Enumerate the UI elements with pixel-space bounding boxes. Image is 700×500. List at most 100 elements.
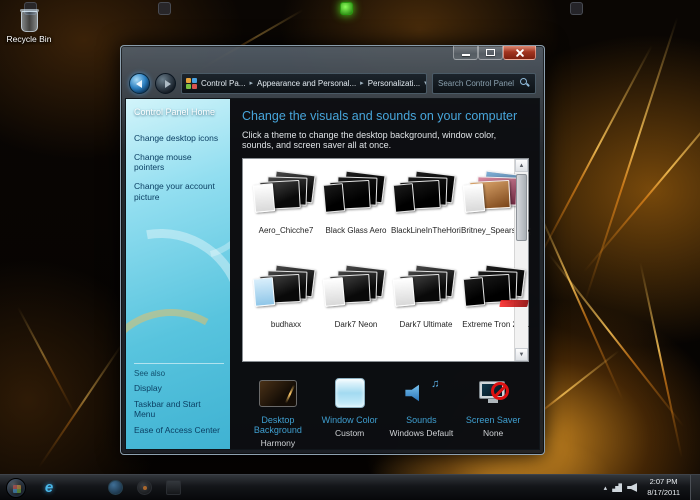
recycle-bin-icon <box>19 9 39 32</box>
sidebar-item-change-account-picture[interactable]: Change your account picture <box>134 181 224 202</box>
dock-icon-active[interactable] <box>340 2 353 15</box>
clock-time: 2:07 PM <box>649 477 678 487</box>
taskbar-app-button[interactable] <box>161 477 185 499</box>
start-button[interactable] <box>0 475 32 500</box>
breadcrumb-personalization[interactable]: Personalizati... <box>366 77 422 90</box>
setting-value: Harmony <box>260 438 296 448</box>
search-box[interactable] <box>432 72 536 94</box>
maximize-icon <box>486 49 495 56</box>
app-icon <box>107 480 123 495</box>
theme-list: Aero_Chicche7 Black Glass Aero BlackLine… <box>242 158 531 362</box>
page-title: Change the visuals and sounds on your co… <box>242 109 518 123</box>
personalization-settings: Desktop Background Harmony Window Color … <box>242 375 529 448</box>
wallpaper-streak <box>583 87 700 273</box>
theme-item[interactable]: Dark7 Neon <box>321 264 391 359</box>
taskbar-app-button[interactable] <box>132 477 156 499</box>
theme-label: BlackLineInTheHorizon <box>391 226 461 235</box>
close-button[interactable] <box>503 46 536 60</box>
back-button[interactable] <box>129 72 150 94</box>
sounds-icon: ♫ <box>403 378 439 408</box>
breadcrumb-appearance[interactable]: Appearance and Personal... <box>255 77 358 90</box>
scroll-down-button[interactable]: ▼ <box>515 348 528 361</box>
forward-button[interactable] <box>155 72 176 94</box>
sidebar-item-ease-of-access[interactable]: Ease of Access Center <box>134 425 224 435</box>
taskbar-app-button[interactable] <box>103 477 127 499</box>
forward-arrow-icon <box>165 80 171 88</box>
music-notes-icon: ♫ <box>431 378 440 390</box>
sidebar-swirl-decoration <box>126 195 230 433</box>
address-bar[interactable]: Control Pa... ▸ Appearance and Personal.… <box>181 72 427 94</box>
see-also-heading: See also <box>134 363 224 378</box>
system-tray: ▴ 2:07 PM 8/17/2011 <box>604 474 700 500</box>
setting-label: Screen Saver <box>465 415 521 425</box>
chevron-right-icon: ▸ <box>360 80 364 87</box>
sidebar: Control Panel Home Change desktop icons … <box>126 99 230 449</box>
wallpaper-streak <box>639 261 683 459</box>
address-dropdown-icon[interactable]: ▾ <box>424 79 426 87</box>
wallpaper-streak <box>529 44 653 276</box>
wallpaper-streak <box>583 17 679 303</box>
sounds-setting[interactable]: ♫ Sounds Windows Default <box>386 375 458 448</box>
theme-item[interactable]: Black Glass Aero <box>321 170 391 265</box>
chevron-right-icon: ▸ <box>249 80 253 87</box>
app-icon <box>165 480 181 495</box>
sidebar-item-taskbar-start-menu[interactable]: Taskbar and Start Menu <box>134 399 224 419</box>
theme-thumbnail <box>392 264 458 313</box>
show-desktop-button[interactable] <box>690 474 700 500</box>
setting-value: Windows Default <box>389 428 454 438</box>
navigation-bar: Control Pa... ▸ Appearance and Personal.… <box>121 68 544 98</box>
theme-item[interactable]: Dark7 Ultimate <box>391 264 461 359</box>
window-color-setting[interactable]: Window Color Custom <box>314 375 386 448</box>
breadcrumb-control-panel[interactable]: Control Pa... <box>199 77 247 90</box>
recycle-bin-label: Recycle Bin <box>6 34 52 44</box>
sidebar-item-change-desktop-icons[interactable]: Change desktop icons <box>134 133 224 144</box>
setting-value: None <box>482 428 504 438</box>
network-icon[interactable] <box>612 483 623 492</box>
scrollbar-thumb[interactable] <box>516 174 527 241</box>
search-icon <box>520 78 530 88</box>
wallpaper-streak <box>547 252 685 428</box>
search-input[interactable] <box>438 78 520 88</box>
dock-icon[interactable] <box>158 2 171 15</box>
caption-buttons <box>453 46 536 60</box>
minimize-button[interactable] <box>453 46 478 60</box>
theme-label: Black Glass Aero <box>325 226 387 235</box>
scrollbar[interactable]: ▲ ▼ <box>514 159 528 361</box>
wallpaper-streak <box>38 342 124 468</box>
page-subtitle: Click a theme to change the desktop back… <box>242 130 497 150</box>
media-player-icon <box>136 480 152 495</box>
personalization-window: Control Pa... ▸ Appearance and Personal.… <box>120 45 545 455</box>
sidebar-item-display[interactable]: Display <box>134 383 224 393</box>
theme-item[interactable]: budhaxx <box>251 264 321 359</box>
dock-icon[interactable] <box>570 2 583 15</box>
window-titlebar[interactable] <box>121 46 544 68</box>
taskbar: e ▴ 2:07 PM 8/17/2011 <box>0 474 700 500</box>
volume-icon[interactable] <box>627 483 638 492</box>
recycle-bin[interactable]: Recycle Bin <box>3 9 55 44</box>
theme-label: Aero_Chicche7 <box>258 226 314 235</box>
screen-saver-setting[interactable]: Screen Saver None <box>457 375 529 448</box>
windows-logo-icon <box>6 477 26 498</box>
maximize-button[interactable] <box>478 46 503 60</box>
setting-value: Custom <box>334 428 365 438</box>
internet-explorer-button[interactable]: e <box>37 477 61 499</box>
theme-thumbnail <box>392 170 458 219</box>
theme-item[interactable]: BlackLineInTheHorizon <box>391 170 461 265</box>
back-arrow-icon <box>136 80 142 88</box>
sidebar-item-control-panel-home[interactable]: Control Panel Home <box>134 107 224 117</box>
internet-explorer-icon: e <box>44 479 54 496</box>
screen-saver-icon <box>475 378 511 408</box>
theme-thumbnail <box>252 264 318 313</box>
minimize-icon <box>461 53 470 56</box>
show-hidden-icons-button[interactable]: ▴ <box>604 484 608 492</box>
sidebar-item-change-mouse-pointers[interactable]: Change mouse pointers <box>134 152 224 173</box>
taskbar-clock[interactable]: 2:07 PM 8/17/2011 <box>642 477 685 497</box>
desktop-background-setting[interactable]: Desktop Background Harmony <box>242 375 314 448</box>
prohibition-icon <box>491 382 510 400</box>
theme-thumbnail <box>322 170 388 219</box>
theme-label: budhaxx <box>270 320 302 329</box>
clock-date: 8/17/2011 <box>647 487 680 497</box>
setting-label: Sounds <box>406 415 437 425</box>
scrollbar-track[interactable] <box>515 172 528 348</box>
theme-item[interactable]: Aero_Chicche7 <box>251 170 321 265</box>
